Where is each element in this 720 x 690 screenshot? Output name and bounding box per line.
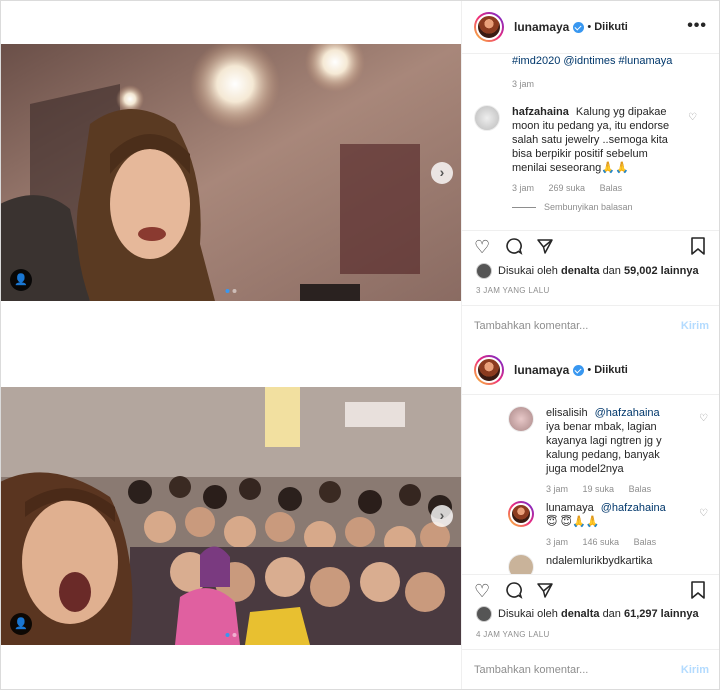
liker-username[interactable]: denalta [561, 608, 600, 620]
likes-summary[interactable]: Disukai oleh denalta dan 59,002 lainnya [476, 263, 699, 279]
avatar[interactable] [474, 354, 504, 385]
bookmark-icon[interactable] [690, 581, 706, 604]
post-1-media[interactable]: › 👤 [0, 44, 461, 301]
username[interactable]: lunamaya [514, 363, 569, 377]
comment-heart-icon[interactable]: ♡ [699, 412, 708, 426]
user-tag-icon[interactable]: 👤 [10, 269, 32, 291]
username[interactable]: lunamaya [514, 20, 569, 34]
post-1-panel: lunamaya • Diikuti ••• #imd2020 @idntime… [461, 0, 720, 345]
comments-list[interactable]: elisalisih @hafzahaina iya benar mbak, l… [462, 396, 720, 574]
liker-avatar [476, 606, 492, 622]
comment-mention[interactable]: @hafzahaina [601, 502, 666, 514]
bookmark-icon[interactable] [690, 237, 706, 260]
comment-heart-icon[interactable]: ♡ [699, 507, 708, 521]
avatar[interactable] [474, 11, 504, 42]
hide-replies-button[interactable]: Sembunyikan balasan [512, 202, 633, 212]
action-bar: ♡ [462, 230, 720, 260]
caption-tags[interactable]: #imd2020 @idntimes #lunamaya [512, 55, 672, 67]
posted-time: 4 JAM YANG LALU [476, 630, 550, 639]
caption-time: 3 jam [512, 79, 535, 89]
post-2-panel: lunamaya • Diikuti elisalisih @hafzahain… [461, 345, 720, 690]
comment-text: iya benar mbak, lagian kayanya lagi ngtr… [546, 421, 662, 475]
comment-username[interactable]: lunamaya [546, 502, 594, 514]
verified-badge-icon [573, 22, 585, 33]
more-options-icon[interactable]: ••• [687, 17, 707, 35]
reply-button[interactable]: Balas [634, 537, 657, 547]
liker-avatar [476, 263, 492, 279]
commenter-avatar[interactable] [508, 554, 534, 574]
carousel-next-icon[interactable]: › [431, 505, 453, 527]
likes-mid: dan [602, 265, 621, 277]
post-2-photo [0, 387, 461, 645]
heart-icon[interactable]: ♡ [474, 237, 490, 258]
post-2: › 👤 lunamaya • Diikuti elisalisih @hafza… [0, 345, 720, 690]
send-button[interactable]: Kirim [681, 320, 709, 332]
comment-item: elisalisih @hafzahaina iya benar mbak, l… [508, 406, 708, 496]
post-header: lunamaya • Diikuti [462, 345, 720, 395]
add-comment-bar: Tambahkan komentar... Kirim [462, 305, 720, 345]
post-header: lunamaya • Diikuti ••• [462, 0, 720, 54]
commenter-avatar[interactable] [508, 406, 534, 432]
liker-username[interactable]: denalta [561, 265, 600, 277]
comment-time: 3 jam [512, 183, 535, 193]
follow-status-button[interactable]: Diikuti [594, 364, 628, 376]
comment-time: 3 jam [546, 537, 569, 547]
comment-likes[interactable]: 269 suka [549, 183, 586, 193]
comment-item: ndalemlurikbydkartika [508, 554, 708, 574]
share-icon[interactable] [536, 237, 554, 260]
likes-count[interactable]: 61,297 lainnya [624, 608, 699, 620]
user-tag-icon[interactable]: 👤 [10, 613, 32, 635]
comment-input[interactable]: Tambahkan komentar... [474, 664, 681, 676]
comment-username[interactable]: elisalisih [546, 407, 588, 419]
share-icon[interactable] [536, 581, 554, 604]
separator: • [587, 20, 592, 33]
comment-time: 3 jam [546, 484, 569, 494]
comment-username[interactable]: ndalemlurikbydkartika [546, 555, 652, 567]
likes-summary[interactable]: Disukai oleh denalta dan 61,297 lainnya [476, 606, 699, 622]
comment-username[interactable]: hafzahaina [512, 106, 569, 118]
comment-meta: 3 jam 19 suka Balas [546, 482, 671, 496]
comment-item: lunamaya @hafzahaina 😇 😇🙏🙏 3 jam 146 suk… [508, 501, 708, 551]
verified-badge-icon [573, 365, 585, 376]
carousel-dots [225, 289, 236, 293]
follow-status-button[interactable]: Diikuti [594, 21, 628, 33]
likes-prefix: Disukai oleh [498, 265, 558, 277]
carousel-next-icon[interactable]: › [431, 161, 453, 184]
comment-meta: 3 jam 269 suka Balas [512, 181, 672, 195]
comment-likes[interactable]: 146 suka [583, 537, 620, 547]
post-1: › 👤 lunamaya • Diikuti ••• #imd2020 @idn… [0, 0, 720, 345]
post-1-photo [0, 44, 461, 301]
commenter-avatar[interactable] [474, 105, 500, 131]
post-2-media[interactable]: › 👤 [0, 387, 461, 645]
comment-input[interactable]: Tambahkan komentar... [474, 320, 681, 332]
posted-time: 3 JAM YANG LALU [476, 286, 550, 295]
comments-list[interactable]: #imd2020 @idntimes #lunamaya 3 jam hafza… [462, 55, 720, 230]
likes-mid: dan [602, 608, 621, 620]
reply-button[interactable]: Balas [629, 484, 652, 494]
comment-text: 😇 😇🙏🙏 [546, 516, 600, 528]
add-comment-bar: Tambahkan komentar... Kirim [462, 649, 720, 689]
carousel-dots [225, 633, 236, 637]
comment-heart-icon[interactable]: ♡ [688, 111, 697, 125]
likes-prefix: Disukai oleh [498, 608, 558, 620]
likes-count[interactable]: 59,002 lainnya [624, 265, 699, 277]
reply-button[interactable]: Balas [600, 183, 623, 193]
comment-icon[interactable] [505, 581, 523, 604]
comment-meta: 3 jam 146 suka Balas [546, 535, 671, 549]
action-bar: ♡ [462, 574, 720, 604]
hide-replies-label: Sembunyikan balasan [544, 202, 633, 212]
heart-icon[interactable]: ♡ [474, 581, 490, 602]
comment-item: hafzahaina Kalung yg dipakae moon itu pe… [474, 105, 709, 195]
comment-mention[interactable]: @hafzahaina [595, 407, 660, 419]
separator: • [587, 363, 592, 376]
send-button[interactable]: Kirim [681, 664, 709, 676]
commenter-avatar[interactable] [508, 501, 534, 527]
comment-icon[interactable] [505, 237, 523, 260]
comment-likes[interactable]: 19 suka [583, 484, 615, 494]
